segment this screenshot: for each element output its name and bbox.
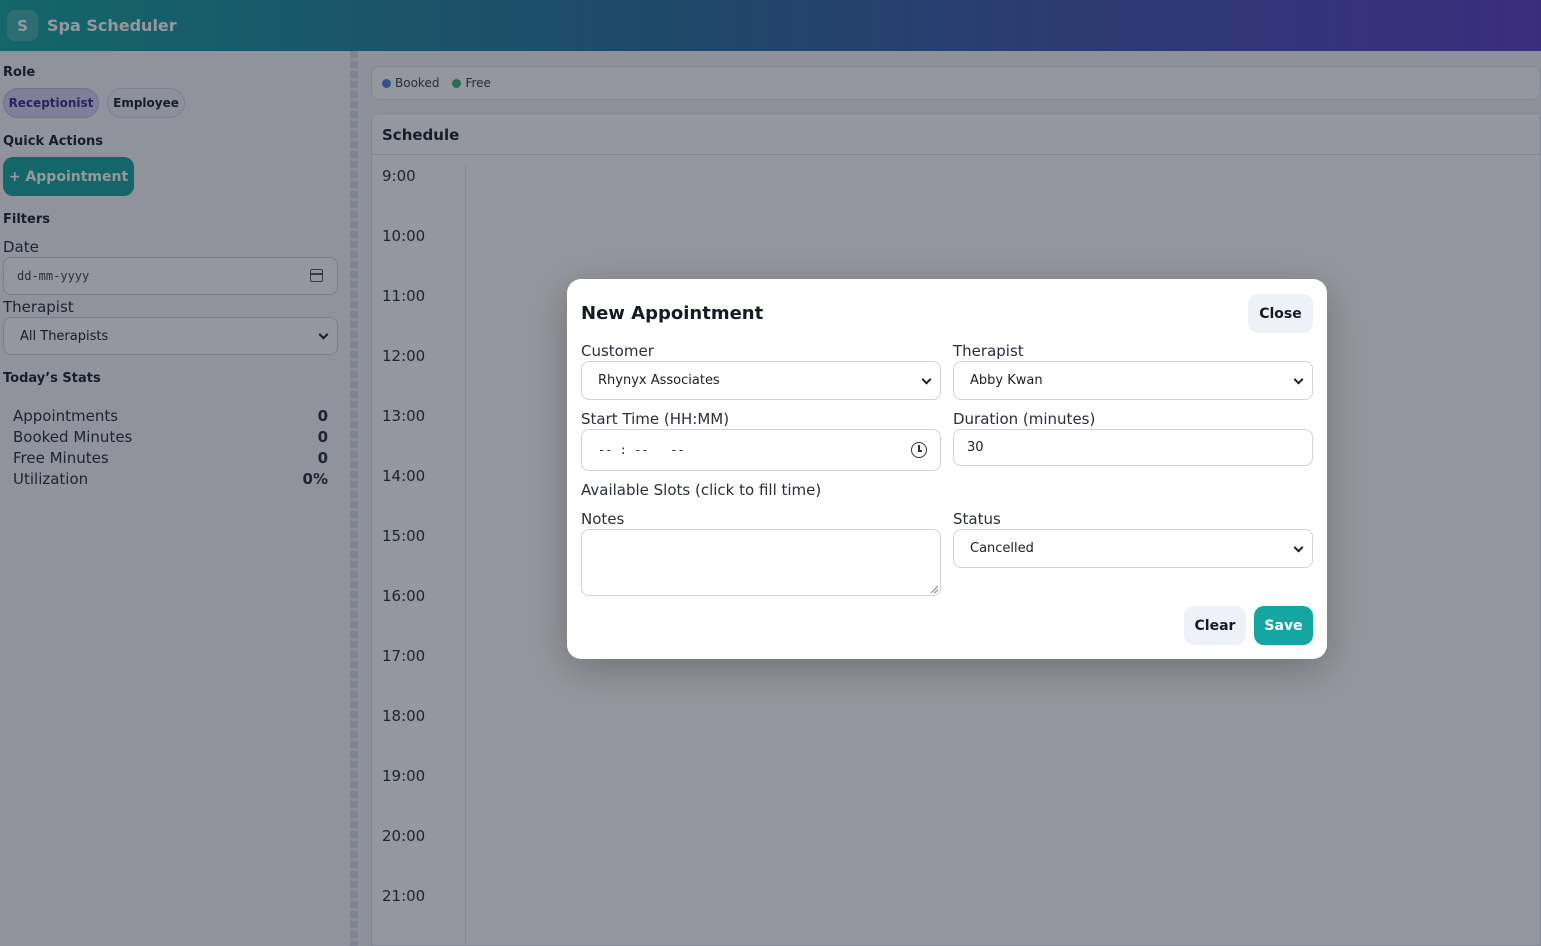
start-time-input[interactable]: -- : -- -- [581, 429, 941, 471]
notes-label: Notes [581, 510, 625, 528]
duration-value: 30 [967, 440, 984, 455]
clear-button[interactable]: Clear [1184, 606, 1246, 645]
start-time-label: Start Time (HH:MM) [581, 410, 730, 428]
chevron-down-icon [1293, 542, 1304, 553]
available-slots-label: Available Slots (click to fill time) [581, 481, 822, 499]
resize-grip-icon[interactable] [931, 586, 938, 593]
chevron-down-icon [921, 374, 932, 385]
customer-select[interactable]: Rhynyx Associates [581, 361, 941, 400]
modal-title: New Appointment [581, 303, 764, 324]
therapist-select[interactable]: Abby Kwan [953, 361, 1313, 400]
notes-textarea[interactable] [581, 529, 941, 596]
customer-label: Customer [581, 342, 654, 360]
start-time-placeholder: -- : -- -- [598, 443, 685, 457]
customer-value: Rhynyx Associates [598, 373, 720, 388]
status-value: Cancelled [970, 541, 1034, 556]
status-label: Status [953, 510, 1001, 528]
duration-label: Duration (minutes) [953, 410, 1096, 428]
clock-icon[interactable] [911, 442, 927, 458]
new-appointment-modal: New Appointment Close Customer Rhynyx As… [567, 279, 1327, 659]
chevron-down-icon [1293, 374, 1304, 385]
close-button[interactable]: Close [1248, 294, 1313, 333]
therapist-value: Abby Kwan [970, 373, 1043, 388]
therapist-label: Therapist [953, 342, 1024, 360]
save-button[interactable]: Save [1254, 606, 1313, 645]
status-select[interactable]: Cancelled [953, 529, 1313, 568]
duration-input[interactable]: 30 [953, 429, 1313, 466]
